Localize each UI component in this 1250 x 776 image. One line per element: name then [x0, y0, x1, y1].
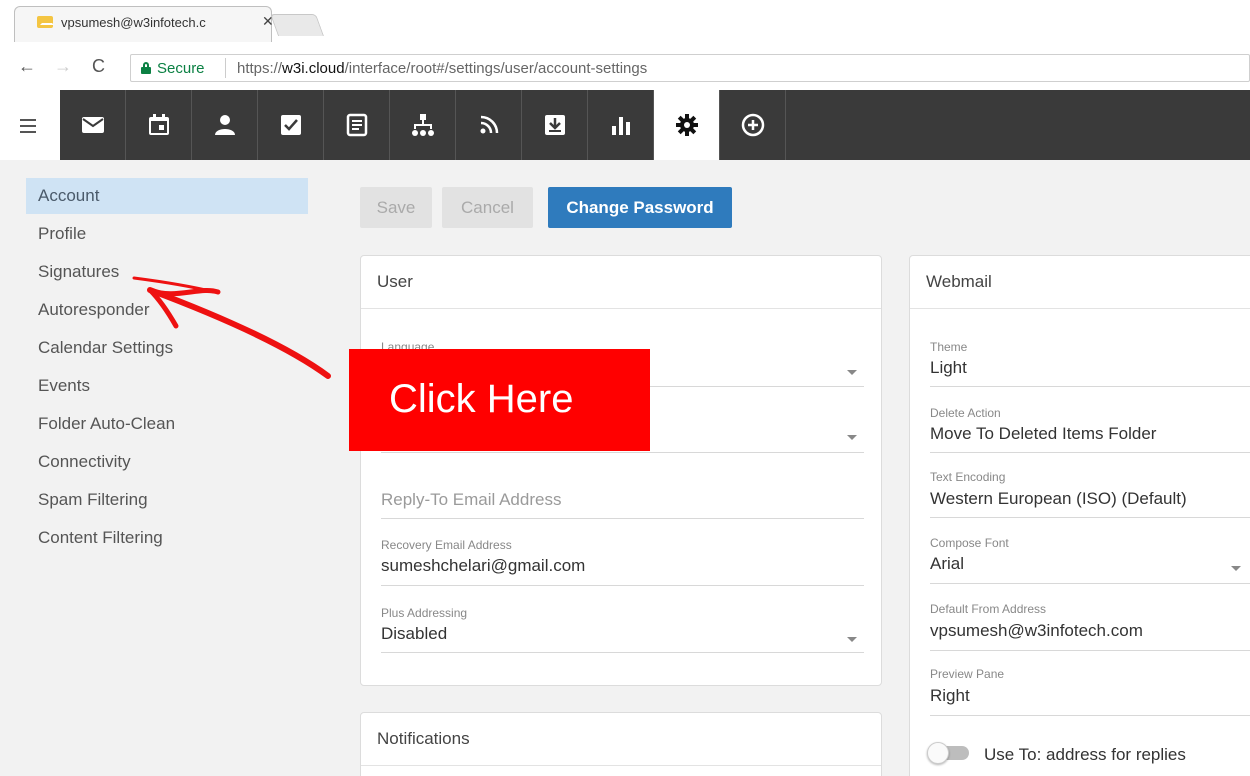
delete-action-select[interactable]: Move To Deleted Items Folder	[930, 424, 1156, 444]
field-underline	[930, 517, 1250, 518]
rss-icon[interactable]	[456, 90, 522, 160]
field-underline	[930, 386, 1250, 387]
recovery-email-label: Recovery Email Address	[381, 538, 512, 552]
user-card: User Language Reply-To Email Address Rec…	[360, 255, 882, 686]
card-divider	[910, 308, 1250, 309]
preview-pane-select[interactable]: Right	[930, 686, 970, 706]
field-underline	[381, 585, 864, 586]
browser-tabstrip: vpsumesh@w3infotech.c ✕	[0, 0, 1250, 44]
reload-icon[interactable]: C	[92, 56, 105, 77]
download-icon[interactable]	[522, 90, 588, 160]
sidebar-item-events[interactable]: Events	[26, 368, 308, 404]
field-underline	[930, 583, 1250, 584]
use-to-address-toggle[interactable]	[927, 742, 971, 764]
text-encoding-select[interactable]: Western European (ISO) (Default)	[930, 489, 1187, 509]
browser-addressbar: ← → C Secure https://w3i.cloud/interface…	[0, 44, 1250, 90]
hamburger-menu-icon[interactable]	[0, 90, 60, 160]
recovery-email-field[interactable]: sumeshchelari@gmail.com	[381, 556, 585, 576]
text-encoding-label: Text Encoding	[930, 470, 1006, 484]
chevron-down-icon	[847, 435, 857, 440]
notifications-card: Notifications	[360, 712, 882, 776]
cancel-button[interactable]: Cancel	[442, 187, 533, 228]
default-from-label: Default From Address	[930, 602, 1047, 616]
preview-pane-label: Preview Pane	[930, 667, 1005, 681]
lock-icon	[141, 62, 151, 74]
app-toolbar	[0, 90, 1250, 160]
change-password-button[interactable]: Change Password	[548, 187, 732, 228]
sidebar-item-profile[interactable]: Profile	[26, 216, 308, 252]
mail-favicon-icon	[37, 16, 54, 28]
new-tab-button[interactable]	[269, 14, 325, 36]
select-field[interactable]	[381, 452, 864, 453]
contacts-icon[interactable]	[192, 90, 258, 160]
settings-icon[interactable]	[654, 90, 720, 160]
back-arrow-icon[interactable]: ←	[18, 56, 36, 77]
calendar-icon[interactable]	[126, 90, 192, 160]
theme-label: Theme	[930, 340, 968, 354]
tasks-icon[interactable]	[258, 90, 324, 160]
secure-label: Secure	[157, 60, 205, 77]
mail-icon[interactable]	[60, 90, 126, 160]
compose-font-select[interactable]: Arial	[930, 554, 964, 574]
sidebar-item-connectivity[interactable]: Connectivity	[26, 444, 308, 480]
tab-title: vpsumesh@w3infotech.c	[61, 15, 206, 30]
card-divider	[361, 308, 881, 309]
save-button[interactable]: Save	[360, 187, 432, 228]
settings-sidebar: Account Profile Signatures Autoresponder…	[0, 160, 330, 776]
chevron-down-icon	[847, 637, 857, 642]
webmail-card-title: Webmail	[926, 272, 992, 291]
sidebar-item-autoresponder[interactable]: Autoresponder	[26, 292, 308, 328]
theme-select[interactable]: Light	[930, 358, 967, 378]
chevron-down-icon	[1231, 566, 1241, 571]
plus-addressing-label: Plus Addressing	[381, 606, 468, 620]
url-input[interactable]: Secure https://w3i.cloud/interface/root#…	[130, 54, 1250, 82]
plus-addressing-select[interactable]: Disabled	[381, 624, 447, 644]
add-icon[interactable]	[720, 90, 786, 160]
reply-to-email-field[interactable]: Reply-To Email Address	[381, 490, 561, 510]
chart-icon[interactable]	[588, 90, 654, 160]
sidebar-item-signatures[interactable]: Signatures	[26, 254, 308, 290]
user-card-title: User	[377, 272, 413, 291]
field-underline	[930, 452, 1250, 453]
field-underline	[381, 652, 864, 653]
sitemap-icon[interactable]	[390, 90, 456, 160]
compose-font-label: Compose Font	[930, 536, 1009, 550]
sidebar-item-content-filtering[interactable]: Content Filtering	[26, 520, 308, 556]
url-text: https://w3i.cloud/interface/root#/settin…	[237, 60, 648, 77]
sidebar-item-calendar-settings[interactable]: Calendar Settings	[26, 330, 308, 366]
chevron-down-icon	[847, 370, 857, 375]
browser-tab[interactable]: vpsumesh@w3infotech.c ✕	[14, 6, 274, 42]
field-underline	[930, 715, 1250, 716]
forward-arrow-icon[interactable]: →	[54, 56, 72, 77]
notifications-card-title: Notifications	[377, 729, 470, 748]
sidebar-item-folder-auto-clean[interactable]: Folder Auto-Clean	[26, 406, 308, 442]
click-here-callout: Click Here	[349, 349, 650, 451]
sidebar-item-account[interactable]: Account	[26, 178, 308, 214]
notes-icon[interactable]	[324, 90, 390, 160]
webmail-card: Webmail Theme Light Delete Action Move T…	[909, 255, 1250, 776]
card-divider	[361, 765, 881, 766]
field-underline	[930, 650, 1250, 651]
field-underline	[381, 518, 864, 519]
url-divider	[225, 58, 226, 78]
screenshot-root: vpsumesh@w3infotech.c ✕ ← → C Secure htt…	[0, 0, 1250, 776]
delete-action-label: Delete Action	[930, 406, 1001, 420]
default-from-select[interactable]: vpsumesh@w3infotech.com	[930, 621, 1143, 641]
sidebar-item-spam-filtering[interactable]: Spam Filtering	[26, 482, 308, 518]
use-to-address-label: Use To: address for replies	[984, 745, 1186, 764]
